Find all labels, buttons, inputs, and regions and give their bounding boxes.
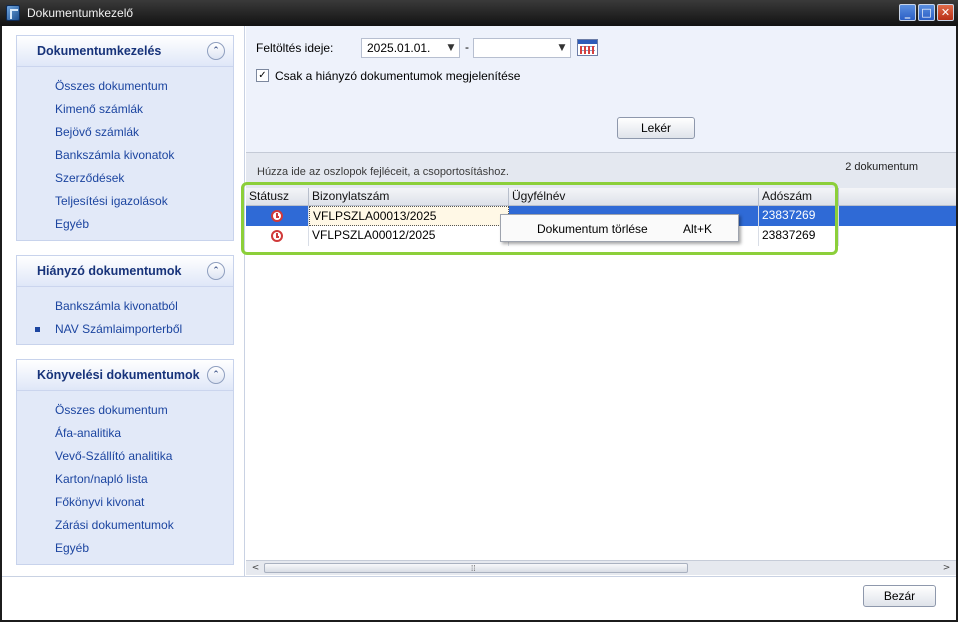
column-header-tax-number[interactable]: Adószám bbox=[759, 188, 839, 206]
filter-panel: Feltöltés ideje: 2025.01.01. ▼ - ▼ ✓ Csa… bbox=[246, 26, 956, 152]
fetch-button[interactable]: Lekér bbox=[617, 117, 695, 139]
calendar-icon[interactable] bbox=[577, 39, 598, 56]
group-title: Könyvelési dokumentumok bbox=[37, 368, 200, 382]
group-header[interactable]: Hiányzó dokumentumok ⌃ bbox=[17, 256, 233, 287]
title-bar: Dokumentumkezelő _ □ ✕ bbox=[0, 0, 958, 26]
group-header[interactable]: Könyvelési dokumentumok ⌃ bbox=[17, 360, 233, 391]
sidebar-item-szerzodesek[interactable]: Szerződések bbox=[17, 167, 233, 190]
context-menu: Dokumentum törlése Alt+K bbox=[500, 214, 739, 242]
date-to-field[interactable]: ▼ bbox=[473, 38, 571, 58]
context-menu-item-delete-document[interactable]: Dokumentum törlése bbox=[537, 222, 648, 236]
clock-icon bbox=[271, 230, 283, 242]
app-icon bbox=[6, 5, 20, 21]
scroll-left-icon[interactable]: < bbox=[248, 561, 263, 575]
chevron-down-icon[interactable]: ▼ bbox=[443, 43, 459, 53]
sidebar-item-egyeb[interactable]: Egyéb bbox=[17, 537, 233, 560]
group-header[interactable]: Dokumentumkezelés ⌃ bbox=[17, 36, 233, 67]
group-items: Összes dokumentum Áfa-analitika Vevő-Szá… bbox=[17, 391, 233, 560]
sidebar: Dokumentumkezelés ⌃ Összes dokumentum Ki… bbox=[2, 26, 245, 576]
sidebar-item-fokonyvi-kivonat[interactable]: Főkönyvi kivonat bbox=[17, 491, 233, 514]
footer: Bezár bbox=[2, 576, 956, 620]
scroll-right-icon[interactable]: > bbox=[939, 561, 954, 575]
close-dialog-button[interactable]: Bezár bbox=[863, 585, 936, 607]
sidebar-item-nav-szamlaimporterbol[interactable]: NAV Számlaimporterből bbox=[17, 318, 233, 341]
group-items: Bankszámla kivonatból NAV Számlaimporter… bbox=[17, 287, 233, 341]
group-items: Összes dokumentum Kimenő számlák Bejövő … bbox=[17, 67, 233, 236]
clock-icon bbox=[271, 210, 283, 222]
doc-number-cell[interactable]: VFLPSZLA00012/2025 bbox=[309, 226, 509, 246]
window-title: Dokumentumkezelő bbox=[27, 6, 134, 20]
collapse-icon[interactable]: ⌃ bbox=[207, 262, 225, 280]
group-hianyzo-dokumentumok: Hiányzó dokumentumok ⌃ Bankszámla kivona… bbox=[16, 255, 234, 345]
sidebar-item-osszes-dokumentum[interactable]: Összes dokumentum bbox=[17, 399, 233, 422]
sidebar-item-karton-naplo-lista[interactable]: Karton/napló lista bbox=[17, 468, 233, 491]
main-content: Feltöltés ideje: 2025.01.01. ▼ - ▼ ✓ Csa… bbox=[246, 26, 956, 576]
date-from-value: 2025.01.01. bbox=[367, 41, 431, 55]
collapse-icon[interactable]: ⌃ bbox=[207, 42, 225, 60]
missing-only-label: Csak a hiányzó dokumentumok megjelenítés… bbox=[275, 69, 521, 83]
horizontal-scrollbar[interactable]: < ⁞⁞ > bbox=[246, 560, 956, 575]
group-dokumentumkezeles: Dokumentumkezelés ⌃ Összes dokumentum Ki… bbox=[16, 35, 234, 241]
date-separator: - bbox=[465, 40, 469, 54]
status-cell bbox=[246, 206, 309, 226]
group-by-panel[interactable]: Húzza ide az oszlopok fejléceit, a csopo… bbox=[246, 152, 956, 188]
date-from-field[interactable]: 2025.01.01. ▼ bbox=[361, 38, 460, 58]
sidebar-item-osszes-dokumentum[interactable]: Összes dokumentum bbox=[17, 75, 233, 98]
status-cell bbox=[246, 226, 309, 246]
window-body: Dokumentumkezelés ⌃ Összes dokumentum Ki… bbox=[2, 26, 956, 620]
window-controls: _ □ ✕ bbox=[899, 4, 954, 21]
column-header-client[interactable]: Ügyfélnév bbox=[509, 188, 759, 206]
chevron-down-icon[interactable]: ▼ bbox=[554, 43, 570, 53]
upload-date-label: Feltöltés ideje: bbox=[256, 41, 334, 55]
sidebar-item-zarasi-dokumentumok[interactable]: Zárási dokumentumok bbox=[17, 514, 233, 537]
sidebar-item-bankszamla-kivonatbol[interactable]: Bankszámla kivonatból bbox=[17, 295, 233, 318]
tax-number-cell[interactable]: 23837269 bbox=[759, 226, 839, 246]
collapse-icon[interactable]: ⌃ bbox=[207, 366, 225, 384]
close-button[interactable]: ✕ bbox=[937, 4, 954, 21]
doc-number-cell[interactable]: VFLPSZLA00013/2025 bbox=[309, 206, 509, 226]
sidebar-item-afa-analitika[interactable]: Áfa-analitika bbox=[17, 422, 233, 445]
sidebar-item-bejovo-szamlak[interactable]: Bejövő számlák bbox=[17, 121, 233, 144]
minimize-button[interactable]: _ bbox=[899, 4, 916, 21]
sidebar-item-bankszamla-kivonatok[interactable]: Bankszámla kivonatok bbox=[17, 144, 233, 167]
scroll-thumb[interactable]: ⁞⁞ bbox=[264, 563, 688, 573]
column-header-doc-number[interactable]: Bizonylatszám bbox=[309, 188, 509, 206]
column-header-status[interactable]: Státusz bbox=[246, 188, 309, 206]
sidebar-item-vevo-szallito-analitika[interactable]: Vevő-Szállító analitika bbox=[17, 445, 233, 468]
sidebar-item-egyeb[interactable]: Egyéb bbox=[17, 213, 233, 236]
context-menu-shortcut: Alt+K bbox=[683, 222, 713, 236]
group-title: Hiányzó dokumentumok bbox=[37, 264, 182, 278]
group-title: Dokumentumkezelés bbox=[37, 44, 162, 58]
sidebar-item-kimeno-szamlak[interactable]: Kimenő számlák bbox=[17, 98, 233, 121]
missing-only-checkbox[interactable]: ✓ bbox=[256, 69, 269, 82]
maximize-button[interactable]: □ bbox=[918, 4, 935, 21]
grid-header: Státusz Bizonylatszám Ügyfélnév Adószám bbox=[246, 188, 956, 206]
sidebar-item-teljesitesi-igazolasok[interactable]: Teljesítési igazolások bbox=[17, 190, 233, 213]
group-konyvelesi-dokumentumok: Könyvelési dokumentumok ⌃ Összes dokumen… bbox=[16, 359, 234, 565]
group-hint: Húzza ide az oszlopok fejléceit, a csopo… bbox=[257, 166, 509, 178]
tax-number-cell[interactable]: 23837269 bbox=[759, 206, 839, 226]
document-count: 2 dokumentum bbox=[845, 161, 918, 173]
grip-icon: ⁞⁞ bbox=[471, 564, 476, 573]
